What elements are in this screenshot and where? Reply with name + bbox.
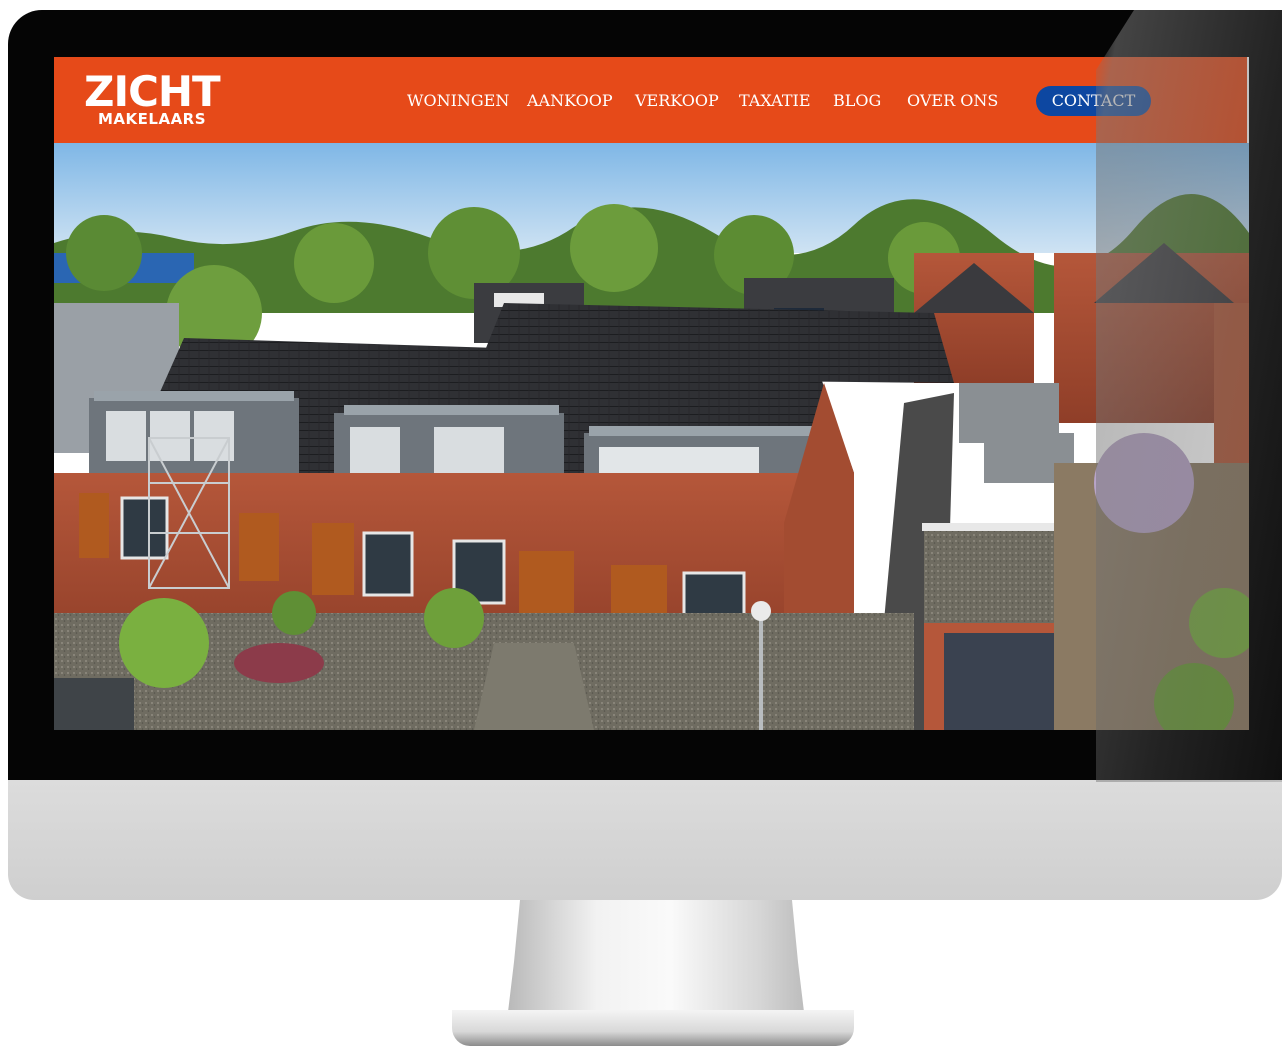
monitor-stand (508, 900, 804, 1012)
aerial-house-photo-icon (54, 143, 1249, 730)
nav-link-taxatie[interactable]: TAXATIE (739, 91, 811, 111)
logo-tagline: MAKELAARS (98, 110, 207, 128)
logo-wordmark: ZICHT (84, 67, 221, 116)
site-logo[interactable]: ZICHT MAKELAARS (84, 71, 234, 131)
nav-link-verkoop[interactable]: VERKOOP (635, 91, 719, 111)
nav-link-woningen[interactable]: WONINGEN (407, 91, 509, 111)
nav-link-over-ons[interactable]: OVER ONS (907, 91, 998, 111)
contact-button[interactable]: CONTACT (1036, 86, 1151, 116)
monitor-stand-base (452, 1010, 854, 1046)
nav-link-aankoop[interactable]: AANKOOP (527, 91, 613, 111)
monitor-chin (8, 780, 1282, 900)
website-screen: ZICHT MAKELAARS WONINGEN AANKOOP VERKOOP… (54, 57, 1249, 730)
site-header: ZICHT MAKELAARS WONINGEN AANKOOP VERKOOP… (54, 57, 1247, 143)
nav-link-blog[interactable]: BLOG (833, 91, 881, 111)
hero-image (54, 143, 1249, 730)
